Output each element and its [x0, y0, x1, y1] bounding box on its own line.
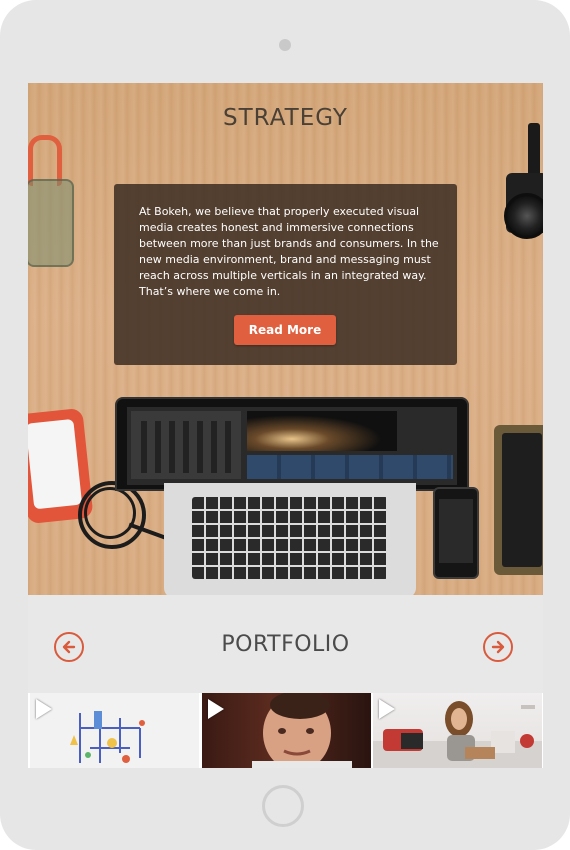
tablet-prop: [494, 425, 543, 575]
laptop-keyboard-base: [164, 483, 416, 595]
camera-lens: [504, 193, 543, 239]
keyboard: [192, 497, 388, 579]
portfolio-next-button[interactable]: [483, 632, 513, 662]
timeline: [247, 455, 453, 479]
mixer-panel: [131, 411, 241, 479]
portfolio-header: PORTFOLIO: [28, 595, 543, 693]
strategy-hero: STRATEGY At Bokeh, we believe that prope…: [28, 83, 543, 595]
home-button[interactable]: [262, 785, 304, 827]
cable-coil-inner: [84, 487, 136, 539]
arrow-right-icon: [491, 640, 505, 654]
smartphone: [433, 487, 479, 579]
strategy-card: At Bokeh, we believe that properly execu…: [114, 184, 457, 365]
laptop-screen: [115, 397, 469, 491]
portfolio-thumbnail[interactable]: [202, 693, 371, 768]
video-preview: [247, 411, 397, 451]
front-camera-icon: [279, 39, 291, 51]
diagram-illustration: [70, 711, 145, 763]
read-more-button[interactable]: Read More: [234, 315, 336, 345]
portfolio-thumbnail[interactable]: [373, 693, 542, 768]
chef-portrait: [252, 693, 352, 768]
woman-on-sofa: [373, 701, 542, 768]
play-icon: [379, 699, 395, 719]
editing-app: [127, 407, 457, 485]
portfolio-thumbnails: [28, 693, 543, 768]
play-icon: [208, 699, 224, 719]
tablet-device-frame: STRATEGY At Bokeh, we believe that prope…: [0, 0, 570, 850]
decorative-jar: [28, 179, 74, 267]
screen: STRATEGY At Bokeh, we believe that prope…: [28, 83, 543, 768]
strategy-description: At Bokeh, we believe that properly execu…: [139, 205, 439, 298]
section-title-portfolio: PORTFOLIO: [221, 632, 350, 657]
play-icon: [36, 699, 52, 719]
portfolio-thumbnail[interactable]: [30, 693, 199, 768]
section-title-strategy: STRATEGY: [223, 105, 348, 131]
